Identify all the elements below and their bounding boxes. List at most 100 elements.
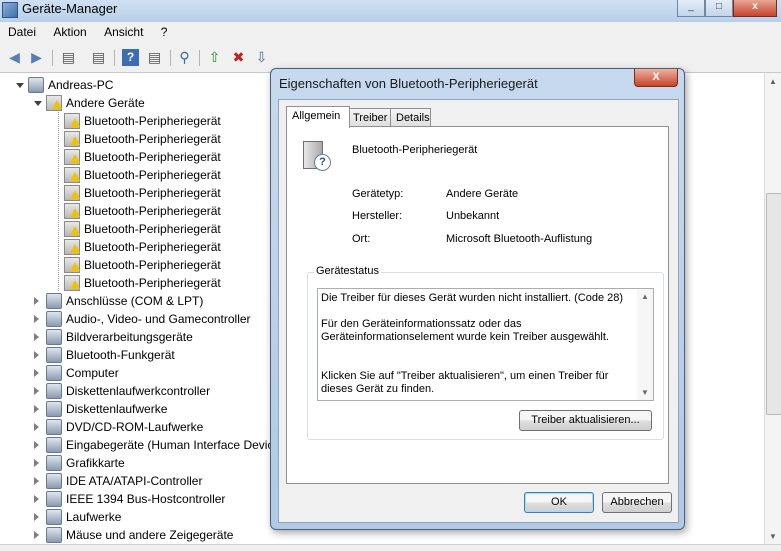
tree-category-label: Audio-, Video- und Gamecontroller bbox=[66, 312, 251, 326]
tab-details[interactable]: Details bbox=[390, 108, 431, 127]
tree-category[interactable]: IDE ATA/ATAPI-Controller bbox=[34, 472, 274, 490]
tab-page-general: ? Bluetooth-Peripheriegerät Gerätetyp: A… bbox=[286, 126, 669, 484]
device-name: Bluetooth-Peripheriegerät bbox=[352, 144, 478, 156]
tree-item-bluetooth-device[interactable]: Bluetooth-Peripheriegerät bbox=[64, 184, 254, 202]
tree-item-label: Bluetooth-Peripheriegerät bbox=[84, 132, 221, 146]
tree-category-label: Computer bbox=[66, 366, 119, 380]
dialog-close-button[interactable]: X bbox=[634, 69, 678, 87]
firewire-icon bbox=[46, 491, 62, 507]
menu-help[interactable]: ? bbox=[155, 22, 174, 42]
warning-device-icon bbox=[64, 149, 80, 165]
manufacturer-value: Unbekannt bbox=[446, 210, 500, 222]
tree-category[interactable]: Diskettenlaufwerkcontroller bbox=[34, 382, 274, 400]
vertical-scrollbar[interactable]: ▲ ▼ bbox=[764, 73, 781, 545]
back-arrow-icon[interactable]: ◀ bbox=[6, 49, 23, 66]
dialog-title: Eigenschaften von Bluetooth-Peripheriege… bbox=[279, 76, 538, 91]
expand-icon[interactable] bbox=[34, 333, 39, 341]
tree-category-other-devices[interactable]: Andere Geräte bbox=[34, 94, 264, 112]
collapse-icon[interactable] bbox=[16, 83, 24, 88]
tree-category[interactable]: Computer bbox=[34, 364, 274, 382]
tree-category[interactable]: Audio-, Video- und Gamecontroller bbox=[34, 310, 274, 328]
tree-item-label: Bluetooth-Peripheriegerät bbox=[84, 276, 221, 290]
expand-icon[interactable] bbox=[34, 387, 39, 395]
tree-item-bluetooth-device[interactable]: Bluetooth-Peripheriegerät bbox=[64, 148, 254, 166]
tree-category-label: Anschlüsse (COM & LPT) bbox=[66, 294, 204, 308]
uninstall-icon[interactable]: ✖ bbox=[230, 49, 247, 66]
tree-item-bluetooth-device[interactable]: Bluetooth-Peripheriegerät bbox=[64, 274, 254, 292]
console-tree-icon[interactable]: ▤ bbox=[60, 49, 77, 66]
tree-category-label: Grafikkarte bbox=[66, 456, 125, 470]
cancel-button[interactable]: Abbrechen bbox=[602, 492, 672, 513]
tree-category[interactable]: Mäuse und andere Zeigegeräte bbox=[34, 526, 274, 544]
warning-device-icon bbox=[64, 239, 80, 255]
menu-bar: Datei Aktion Ansicht ? bbox=[0, 22, 781, 45]
expand-icon[interactable] bbox=[34, 405, 39, 413]
expand-icon[interactable] bbox=[34, 315, 39, 323]
update-driver-button[interactable]: Treiber aktualisieren... bbox=[519, 410, 652, 431]
tree-root[interactable]: Andreas-PC bbox=[16, 76, 266, 94]
minimize-button[interactable]: _ bbox=[677, 0, 705, 17]
tree-item-bluetooth-device[interactable]: Bluetooth-Peripheriegerät bbox=[64, 256, 254, 274]
tree-item-bluetooth-device[interactable]: Bluetooth-Peripheriegerät bbox=[64, 112, 254, 130]
tree-item-bluetooth-device[interactable]: Bluetooth-Peripheriegerät bbox=[64, 166, 254, 184]
scan-hardware-icon[interactable]: ⚲ bbox=[176, 49, 193, 66]
update-driver-icon[interactable]: ⇧ bbox=[206, 49, 223, 66]
tree-category[interactable]: Bluetooth-Funkgerät bbox=[34, 346, 274, 364]
disable-icon[interactable]: ⇩ bbox=[253, 49, 270, 66]
tree-category[interactable]: IEEE 1394 Bus-Hostcontroller bbox=[34, 490, 274, 508]
collapse-icon[interactable] bbox=[34, 101, 42, 106]
status-scrollbar[interactable]: ▲ ▼ bbox=[637, 289, 653, 400]
scroll-up-icon[interactable]: ▲ bbox=[769, 77, 777, 86]
tree-category[interactable]: DVD/CD-ROM-Laufwerke bbox=[34, 418, 274, 436]
help-icon[interactable]: ? bbox=[122, 49, 139, 66]
tree-category[interactable]: Laufwerke bbox=[34, 508, 274, 526]
tree-category-label: IEEE 1394 Bus-Hostcontroller bbox=[66, 492, 226, 506]
expand-icon[interactable] bbox=[34, 513, 39, 521]
device-status-group: Gerätestatus Die Treiber für dieses Gerä… bbox=[307, 265, 664, 440]
device-status-textbox[interactable]: Die Treiber für dieses Gerät wurden nich… bbox=[317, 288, 654, 401]
tree-category[interactable]: Anschlüsse (COM & LPT) bbox=[34, 292, 274, 310]
tree-category[interactable]: Eingabegeräte (Human Interface Devic bbox=[34, 436, 274, 454]
scroll-down-icon[interactable]: ▼ bbox=[769, 532, 777, 541]
tree-item-bluetooth-device[interactable]: Bluetooth-Peripheriegerät bbox=[64, 130, 254, 148]
warning-device-icon bbox=[64, 167, 80, 183]
warning-device-icon bbox=[64, 131, 80, 147]
scrollbar-thumb[interactable] bbox=[766, 193, 781, 415]
computer-icon bbox=[46, 365, 62, 381]
expand-icon[interactable] bbox=[34, 423, 39, 431]
tree-item-bluetooth-device[interactable]: Bluetooth-Peripheriegerät bbox=[64, 238, 254, 256]
tab-treiber[interactable]: Treiber bbox=[347, 108, 392, 127]
unknown-device-icon: ? bbox=[303, 141, 331, 171]
ok-button[interactable]: OK bbox=[524, 492, 594, 513]
dvd-drive-icon bbox=[46, 419, 62, 435]
tree-category-label: Bildverarbeitungsgeräte bbox=[66, 330, 193, 344]
close-button[interactable]: x bbox=[733, 0, 777, 17]
scroll-up-icon[interactable]: ▲ bbox=[641, 292, 649, 301]
tree-item-bluetooth-device[interactable]: Bluetooth-Peripheriegerät bbox=[64, 220, 254, 238]
expand-icon[interactable] bbox=[34, 351, 39, 359]
expand-icon[interactable] bbox=[34, 459, 39, 467]
scroll-down-icon[interactable]: ▼ bbox=[641, 388, 649, 397]
menu-ansicht[interactable]: Ansicht bbox=[98, 22, 149, 42]
expand-icon[interactable] bbox=[34, 369, 39, 377]
warning-device-icon bbox=[64, 275, 80, 291]
forward-arrow-icon[interactable]: ▶ bbox=[28, 49, 45, 66]
properties-icon[interactable]: ▤ bbox=[90, 49, 107, 66]
tree-item-label: Bluetooth-Peripheriegerät bbox=[84, 258, 221, 272]
location-label: Ort: bbox=[352, 233, 371, 245]
menu-aktion[interactable]: Aktion bbox=[47, 22, 92, 42]
tree-category-label: Eingabegeräte (Human Interface Devic bbox=[66, 438, 274, 452]
tree-category[interactable]: Grafikkarte bbox=[34, 454, 274, 472]
expand-icon[interactable] bbox=[34, 477, 39, 485]
tab-allgemein[interactable]: Allgemein bbox=[286, 106, 350, 128]
tree-category[interactable]: Bildverarbeitungsgeräte bbox=[34, 328, 274, 346]
expand-icon[interactable] bbox=[34, 495, 39, 503]
menu-datei[interactable]: Datei bbox=[2, 22, 42, 42]
expand-icon[interactable] bbox=[34, 441, 39, 449]
maximize-button[interactable]: □ bbox=[705, 0, 733, 17]
action-pane-icon[interactable]: ▤ bbox=[146, 49, 163, 66]
tree-category[interactable]: Diskettenlaufwerke bbox=[34, 400, 274, 418]
expand-icon[interactable] bbox=[34, 531, 39, 539]
expand-icon[interactable] bbox=[34, 297, 39, 305]
tree-item-bluetooth-device[interactable]: Bluetooth-Peripheriegerät bbox=[64, 202, 254, 220]
